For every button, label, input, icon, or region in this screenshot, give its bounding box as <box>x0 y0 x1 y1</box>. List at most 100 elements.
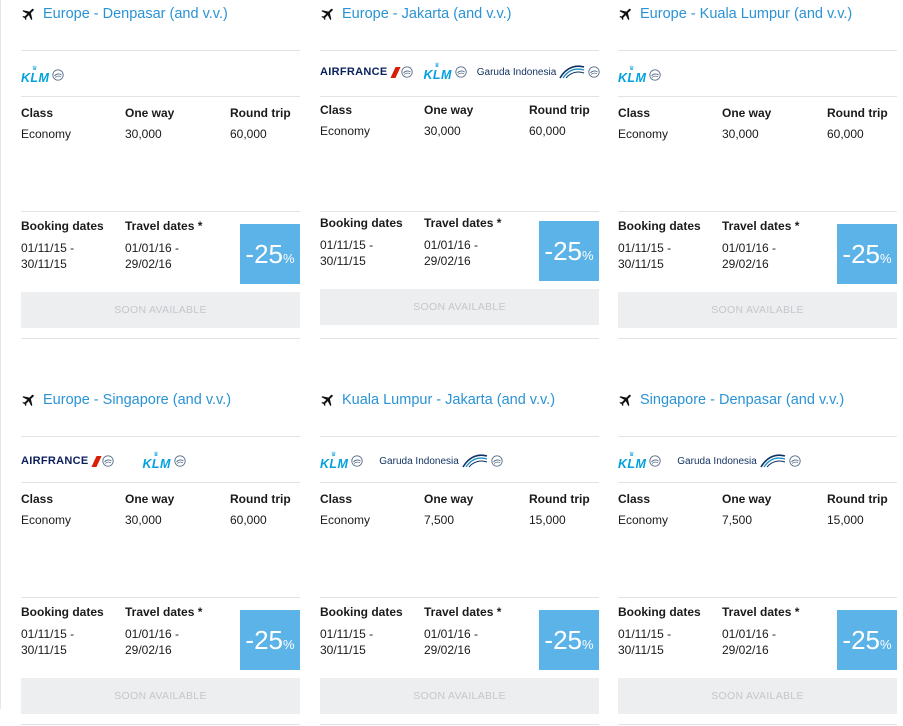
round-trip-value: 60,000 <box>230 127 267 141</box>
offer-card: Europe - Denpasar (and v.v.) ♛ KLM Class … <box>21 0 300 340</box>
class-column: Class Economy <box>320 103 370 138</box>
offer-card: Singapore - Denpasar (and v.v.) ♛ KLM Garu… <box>618 386 897 726</box>
airplane-icon <box>619 8 631 21</box>
airfrance-wordmark: AIRFRANCE <box>21 455 89 467</box>
booking-from: 01/11/15 - <box>320 627 374 641</box>
one-way-column: One way 7,500 <box>722 492 771 527</box>
divider <box>21 96 300 97</box>
class-value: Economy <box>21 127 72 141</box>
route-title: Singapore - Denpasar (and v.v.) <box>640 392 845 408</box>
divider <box>21 724 300 725</box>
discount-percent: % <box>880 636 892 652</box>
route-link[interactable]: Singapore - Denpasar (and v.v.) <box>618 390 844 410</box>
round-trip-value: 60,000 <box>230 513 267 527</box>
discount-percent: % <box>582 247 594 263</box>
divider <box>320 436 599 437</box>
travel-dates-column: Travel dates * 01/01/16 - 29/02/16 <box>125 605 202 658</box>
skyteam-icon <box>649 69 661 81</box>
booking-dates-value: 01/11/15 - 30/11/15 <box>320 626 403 658</box>
one-way-value: 30,000 <box>125 513 162 527</box>
class-header: Class <box>21 492 54 506</box>
discount-value: -25 <box>245 624 283 655</box>
travel-to: 29/02/16 <box>424 254 471 268</box>
airline-logos: ♛ KLM Garuda Indonesia <box>618 450 801 472</box>
one-way-header: One way <box>722 492 772 506</box>
discount-percent: % <box>582 636 594 652</box>
round-trip-header: Round trip <box>827 106 888 120</box>
travel-to: 29/02/16 <box>722 643 769 657</box>
divider <box>21 50 300 51</box>
route-link[interactable]: Europe - Kuala Lumpur (and v.v.) <box>618 4 852 24</box>
klm-wordmark: KLM <box>142 456 171 471</box>
divider <box>320 482 599 483</box>
travel-dates-header: Travel dates * <box>722 219 800 233</box>
one-way-header: One way <box>125 492 175 506</box>
airplane-icon <box>619 394 631 407</box>
skyteam-icon <box>351 455 363 467</box>
booking-dates-header: Booking dates <box>618 605 701 619</box>
divider <box>618 50 897 51</box>
booking-dates-value: 01/11/15 - 30/11/15 <box>320 237 403 269</box>
discount-value: -25 <box>245 238 283 269</box>
offer-card: Europe - Jakarta (and v.v.) AIRFRANCE ♛ KL… <box>320 0 600 340</box>
divider <box>21 482 300 483</box>
route-title: Europe - Denpasar (and v.v.) <box>43 6 228 22</box>
route-title: Europe - Jakarta (and v.v.) <box>342 6 512 22</box>
class-value: Economy <box>320 513 371 527</box>
skyteam-icon <box>174 455 186 467</box>
skyteam-icon <box>102 455 115 467</box>
booking-from: 01/11/15 - <box>21 241 75 255</box>
route-link[interactable]: Europe - Singapore (and v.v.) <box>21 390 231 410</box>
airline-logos: ♛ KLM Garuda Indonesia <box>320 450 503 472</box>
travel-from: 01/01/16 - <box>722 241 777 255</box>
one-way-header: One way <box>424 492 474 506</box>
booking-from: 01/11/15 - <box>320 238 374 252</box>
travel-to: 29/02/16 <box>424 643 471 657</box>
booking-to: 30/11/15 <box>21 257 67 271</box>
soon-available-button[interactable]: SOON AVAILABLE <box>320 289 599 325</box>
skyteam-icon <box>52 69 64 81</box>
travel-from: 01/01/16 - <box>125 627 180 641</box>
skyteam-icon <box>588 66 600 78</box>
one-way-column: One way 30,000 <box>125 492 174 527</box>
klm-mark: ♛ KLM <box>618 66 646 85</box>
divider <box>21 597 300 598</box>
divider <box>21 436 300 437</box>
divider <box>21 211 300 212</box>
travel-dates-column: Travel dates * 01/01/16 - 29/02/16 <box>424 605 501 658</box>
divider <box>320 597 599 598</box>
booking-to: 30/11/15 <box>618 643 664 657</box>
klm-mark: ♛ KLM <box>423 63 451 82</box>
offer-card: Europe - Kuala Lumpur (and v.v.) ♛ KLM Cl… <box>618 0 897 340</box>
booking-dates-value: 01/11/15 - 30/11/15 <box>618 240 701 272</box>
soon-available-button[interactable]: SOON AVAILABLE <box>21 292 300 328</box>
soon-available-button[interactable]: SOON AVAILABLE <box>618 292 897 328</box>
travel-to: 29/02/16 <box>722 257 769 271</box>
route-link[interactable]: Europe - Jakarta (and v.v.) <box>320 4 512 24</box>
divider <box>320 50 599 51</box>
round-trip-column: Round trip 60,000 <box>230 492 291 527</box>
booking-dates-header: Booking dates <box>320 216 403 230</box>
round-trip-header: Round trip <box>230 106 291 120</box>
route-link[interactable]: Kuala Lumpur - Jakarta (and v.v.) <box>320 390 555 410</box>
garuda-wing-icon <box>462 454 488 468</box>
klm-wordmark: KLM <box>618 70 647 85</box>
travel-from: 01/01/16 - <box>125 241 180 255</box>
route-link[interactable]: Europe - Denpasar (and v.v.) <box>21 4 228 24</box>
divider <box>618 211 897 212</box>
airline-logos: ♛ KLM <box>618 64 661 86</box>
class-value: Economy <box>618 127 669 141</box>
travel-from: 01/01/16 - <box>424 627 479 641</box>
class-value: Economy <box>21 513 72 527</box>
airfrance-logo: AIRFRANCE <box>21 455 115 467</box>
travel-dates-value: 01/01/16 - 29/02/16 <box>125 240 202 272</box>
route-title: Kuala Lumpur - Jakarta (and v.v.) <box>342 392 556 408</box>
garuda-logo: Garuda Indonesia <box>677 453 801 469</box>
class-header: Class <box>320 103 353 117</box>
discount-value: -25 <box>544 235 582 266</box>
divider <box>618 96 897 97</box>
one-way-value: 7,500 <box>424 513 455 527</box>
discount-value: -25 <box>544 624 582 655</box>
discount-value: -25 <box>842 238 880 269</box>
booking-dates-column: Booking dates 01/11/15 - 30/11/15 <box>320 216 403 269</box>
